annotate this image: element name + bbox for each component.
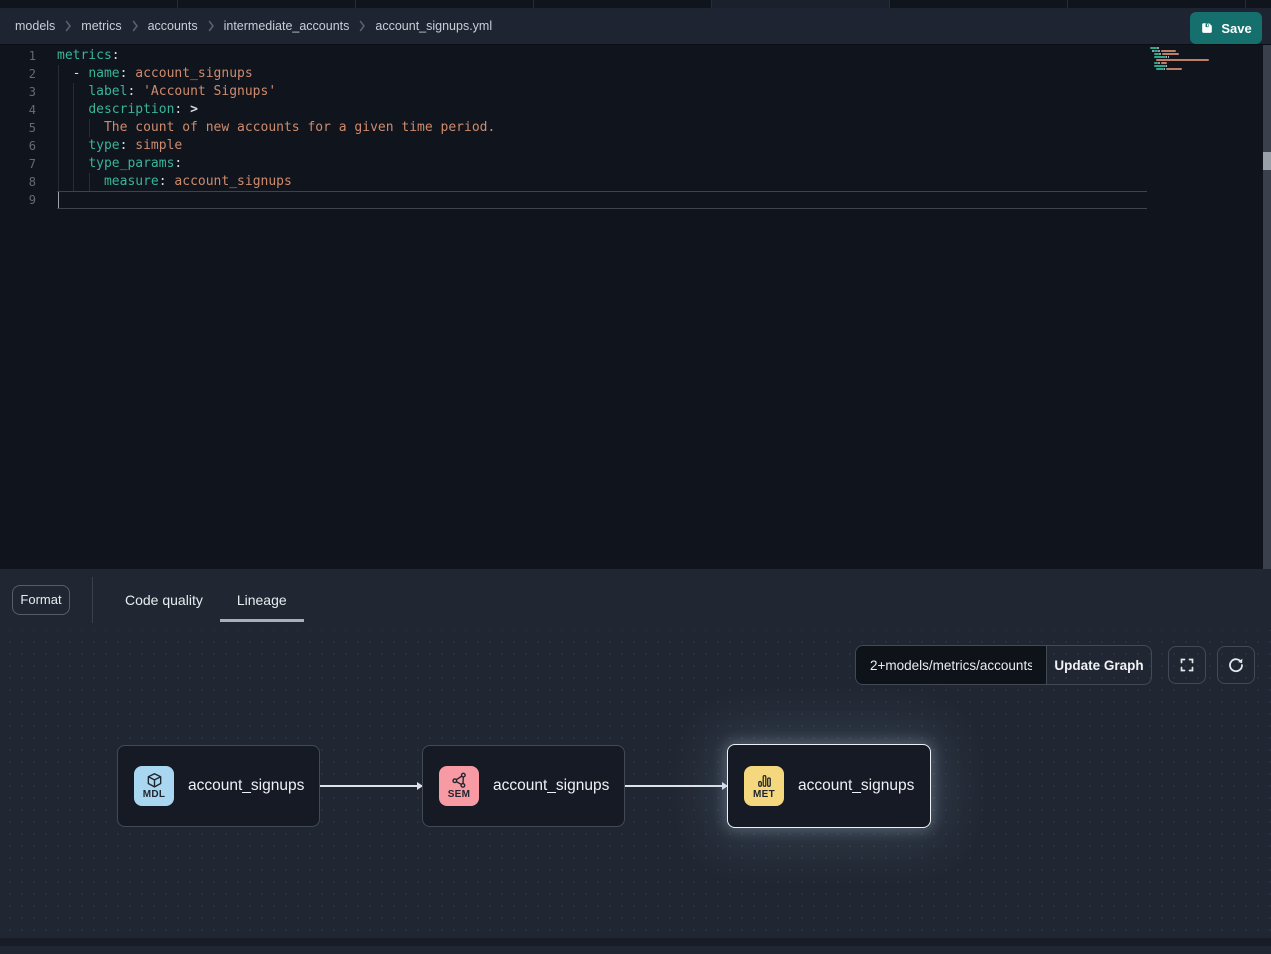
code-editor[interactable]: 1metrics:2 - name: account_signups3 labe…: [0, 45, 1271, 569]
line-number: 3: [0, 83, 36, 101]
file-tab[interactable]: [0, 0, 178, 8]
file-tab[interactable]: [178, 0, 356, 8]
file-tab-active[interactable]: [712, 0, 890, 8]
node-type-badge: MDL: [134, 766, 174, 806]
code-line[interactable]: 4 description: >: [0, 101, 1260, 119]
file-tab-strip: [0, 0, 1271, 8]
line-number: 7: [0, 155, 36, 173]
code-line[interactable]: 1 metrics:: [0, 47, 1260, 65]
breadcrumb: models metrics accounts intermediate_accoun…: [15, 19, 492, 33]
save-button[interactable]: Save: [1190, 12, 1262, 44]
node-type-label: MDL: [143, 790, 166, 800]
breadcrumb-chevron-icon: [64, 20, 72, 32]
line-number: 2: [0, 65, 36, 83]
breadcrumb-chevron-icon: [131, 20, 139, 32]
lineage-node-mdl[interactable]: MDL account_signups: [117, 745, 320, 827]
update-graph-button[interactable]: Update Graph: [1046, 646, 1151, 684]
refresh-button[interactable]: [1217, 646, 1255, 684]
breadcrumb-item[interactable]: account_signups.yml: [375, 19, 492, 33]
refresh-icon: [1227, 656, 1245, 674]
lineage-edge: [320, 785, 422, 787]
editor-scrollbar[interactable]: [1263, 45, 1271, 569]
code-line-text: description: >: [57, 101, 198, 119]
metric-chart-icon: [756, 772, 773, 789]
lineage-selector-group: Update Graph: [855, 645, 1152, 685]
panel-tab-code-quality[interactable]: Code quality: [108, 569, 220, 630]
code-line-text: label: 'Account Signups': [57, 83, 276, 101]
fullscreen-button[interactable]: [1168, 646, 1206, 684]
breadcrumb-item[interactable]: models: [15, 19, 55, 33]
code-line[interactable]: 5 The count of new accounts for a given …: [0, 119, 1260, 137]
file-tab[interactable]: [356, 0, 534, 8]
panel-tab-bar: Format Code qualityLineage: [0, 569, 1271, 630]
file-tab[interactable]: [1246, 0, 1271, 8]
file-tab[interactable]: [890, 0, 1068, 8]
line-number: 4: [0, 101, 36, 119]
code-line-text: metrics:: [57, 47, 120, 65]
lineage-selector-input[interactable]: [856, 646, 1046, 684]
line-number: 6: [0, 137, 36, 155]
node-name: account_signups: [188, 777, 304, 795]
tabbar-divider: [92, 577, 93, 623]
file-tab[interactable]: [534, 0, 712, 8]
semantic-model-icon: [451, 772, 468, 789]
file-tab[interactable]: [1068, 0, 1246, 8]
code-line-text: measure: account_signups: [57, 173, 292, 191]
code-line[interactable]: 9: [0, 191, 1260, 209]
node-type-badge: SEM: [439, 766, 479, 806]
code-line[interactable]: 7 type_params:: [0, 155, 1260, 173]
node-name: account_signups: [798, 777, 914, 795]
panel-tabs: Code qualityLineage: [108, 569, 304, 630]
node-type-badge: MET: [744, 766, 784, 806]
line-number: 9: [0, 191, 36, 209]
node-type-label: MET: [753, 790, 775, 800]
lineage-edge: [625, 785, 727, 787]
fullscreen-icon: [1178, 656, 1196, 674]
code-line-text: - name: account_signups: [57, 65, 253, 83]
minimap[interactable]: [1150, 47, 1212, 117]
lineage-node-met-selected[interactable]: MET account_signups: [727, 744, 931, 828]
format-button[interactable]: Format: [12, 585, 70, 615]
canvas-bottom-edge: [0, 938, 1271, 946]
bottom-panel: Format Code qualityLineage Update Graph: [0, 569, 1271, 954]
panel-tab-lineage[interactable]: Lineage: [220, 569, 304, 630]
code-line[interactable]: 6 type: simple: [0, 137, 1260, 155]
line-number: 5: [0, 119, 36, 137]
node-type-label: SEM: [448, 790, 471, 800]
code-line[interactable]: 8 measure: account_signups: [0, 173, 1260, 191]
breadcrumb-item[interactable]: accounts: [148, 19, 198, 33]
breadcrumb-bar: models metrics accounts intermediate_accoun…: [0, 8, 1271, 45]
text-cursor: [58, 192, 59, 208]
save-label: Save: [1221, 21, 1251, 36]
save-icon: [1200, 21, 1214, 35]
breadcrumb-item[interactable]: intermediate_accounts: [224, 19, 350, 33]
breadcrumb-chevron-icon: [207, 20, 215, 32]
node-name: account_signups: [493, 777, 609, 795]
breadcrumb-item[interactable]: metrics: [81, 19, 121, 33]
ide-window: models metrics accounts intermediate_accoun…: [0, 0, 1271, 954]
code-line[interactable]: 3 label: 'Account Signups': [0, 83, 1260, 101]
code-line-text: type_params:: [57, 155, 182, 173]
scrollbar-thumb[interactable]: [1263, 152, 1271, 170]
code-line[interactable]: 2 - name: account_signups: [0, 65, 1260, 83]
lineage-node-sem[interactable]: SEM account_signups: [422, 745, 625, 827]
current-line-highlight: [57, 191, 1147, 209]
model-cube-icon: [146, 772, 163, 789]
line-number: 1: [0, 47, 36, 65]
breadcrumb-chevron-icon: [358, 20, 366, 32]
code-line-text: type: simple: [57, 137, 182, 155]
code-line-text: The count of new accounts for a given ti…: [57, 119, 495, 137]
line-number: 8: [0, 173, 36, 191]
